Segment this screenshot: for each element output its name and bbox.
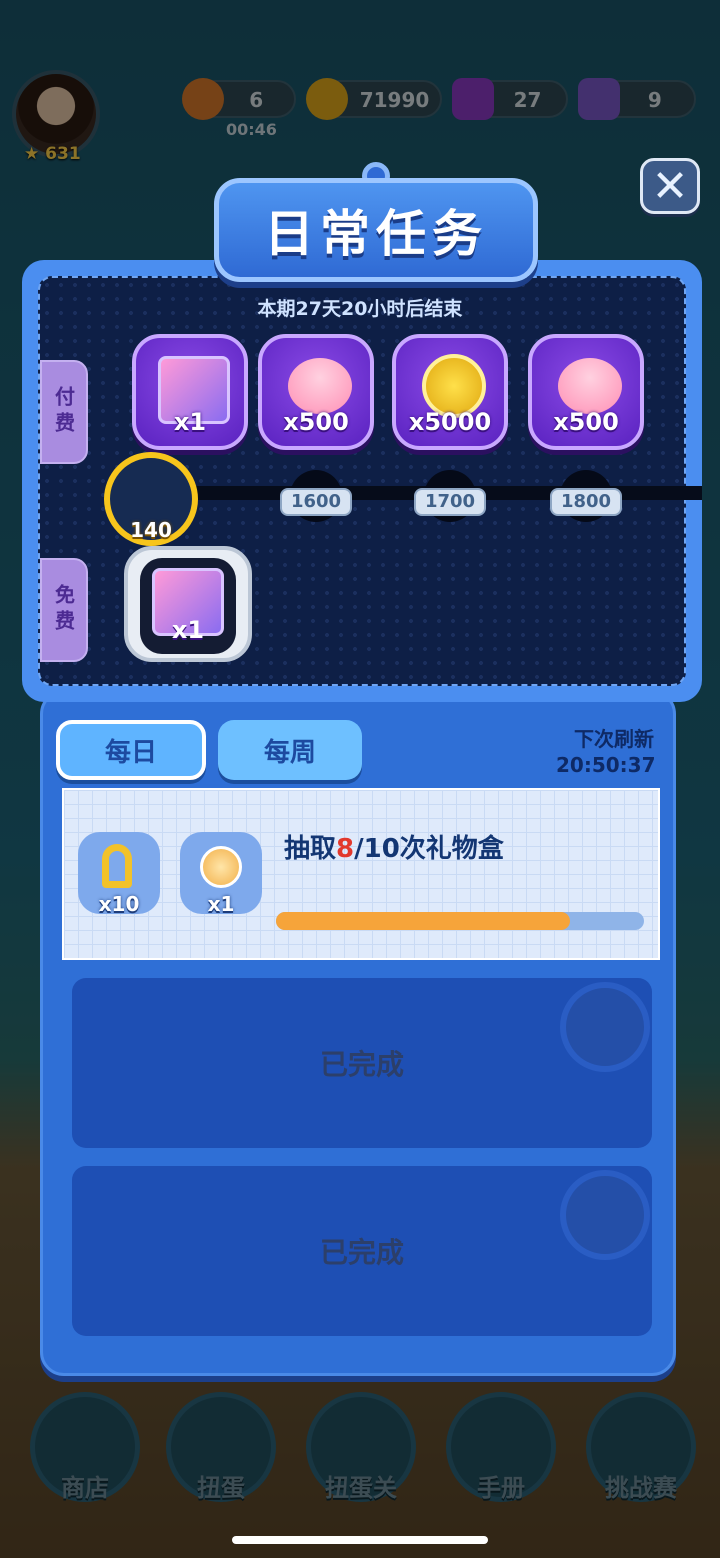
task-suffix: /10次礼物盒 — [354, 834, 504, 864]
paid-track-label-text: 付费 — [51, 386, 76, 438]
free-track-label-text: 免费 — [51, 584, 76, 636]
refresh-time: 20:50:37 — [556, 753, 656, 777]
task-reward-cake-qty: x1 — [207, 892, 235, 916]
milestone-lock: 1800 — [550, 470, 622, 522]
heart-icon — [288, 358, 352, 414]
current-keys: 140 — [104, 452, 198, 546]
dialog-title: 日常任务 — [264, 205, 488, 263]
tab-weekly[interactable]: 每周 — [218, 720, 362, 780]
free-reward-1[interactable]: x1 — [124, 546, 252, 662]
checkmark-seal-icon — [560, 982, 650, 1072]
completed-label: 已完成 — [319, 1048, 404, 1081]
completed-task-1: 已完成 — [72, 978, 652, 1148]
task-reward-cake: x1 — [180, 832, 262, 916]
paid-reward-2-qty: x500 — [283, 408, 349, 436]
current-keys-value: 140 — [130, 518, 172, 542]
tab-weekly-label: 每周 — [263, 737, 316, 768]
close-button[interactable]: ✕ — [640, 158, 700, 214]
cake-icon — [200, 846, 242, 888]
paid-reward-4[interactable]: x500 — [528, 334, 644, 450]
paid-reward-4-qty: x500 — [553, 408, 619, 436]
task-done-count: 8 — [336, 834, 355, 864]
task-reward-key-qty: x10 — [98, 892, 140, 916]
free-track-label: 免费 — [40, 558, 88, 662]
task-reward-key: x10 — [78, 832, 160, 916]
paid-reward-3[interactable]: x5000 — [392, 334, 508, 450]
checkmark-seal-icon — [560, 1170, 650, 1260]
task-progress-bar — [276, 912, 644, 930]
paid-reward-1-qty: x1 — [173, 408, 207, 436]
milestone-value: 1700 — [414, 488, 486, 516]
free-reward-1-qty: x1 — [171, 616, 205, 644]
completed-label: 已完成 — [319, 1236, 404, 1269]
milestone-value: 1800 — [550, 488, 622, 516]
key-icon — [102, 844, 132, 888]
tab-daily[interactable]: 每日 — [56, 720, 206, 780]
task-prefix: 抽取 — [284, 834, 337, 864]
home-indicator — [232, 1536, 488, 1544]
task-description: 抽取8/10次礼物盒 — [284, 828, 504, 865]
milestone-lock: 1600 — [280, 470, 352, 522]
period-countdown: 本期27天20小时后结束 — [257, 298, 463, 320]
close-icon: ✕ — [651, 160, 689, 212]
paid-reward-2[interactable]: x500 — [258, 334, 374, 450]
milestone-value: 1600 — [280, 488, 352, 516]
paid-reward-1[interactable]: x1 — [132, 334, 248, 450]
completed-task-2: 已完成 — [72, 1166, 652, 1336]
task-progress-fill — [276, 912, 571, 930]
dialog-title-plaque: 日常任务 — [214, 178, 538, 282]
heart-icon — [558, 358, 622, 414]
refresh-countdown: 下次刷新 20:50:37 — [556, 726, 656, 778]
refresh-label: 下次刷新 — [574, 727, 654, 751]
paid-reward-3-qty: x5000 — [408, 408, 492, 436]
tab-daily-label: 每日 — [104, 737, 157, 768]
paid-track-label: 付费 — [40, 360, 88, 464]
milestone-lock: 1700 — [414, 470, 486, 522]
